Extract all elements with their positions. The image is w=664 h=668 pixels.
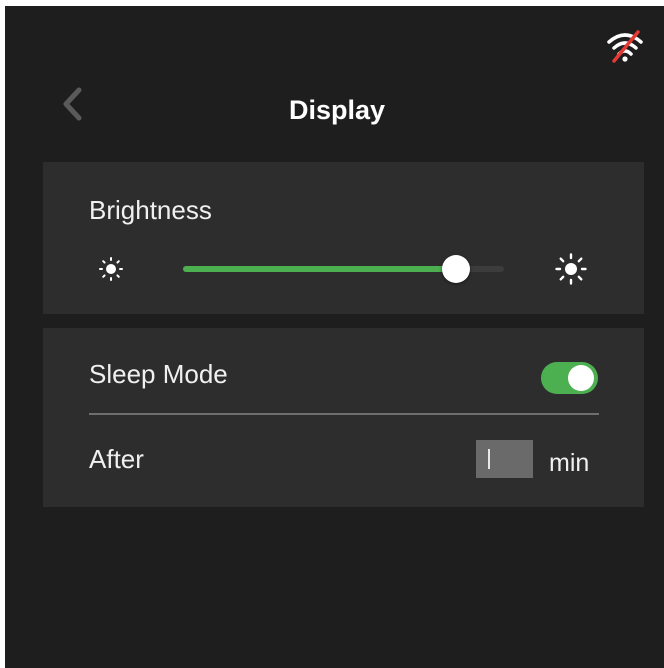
brightness-slider[interactable] [183, 255, 504, 283]
page-title: Display [288, 95, 386, 125]
sleep-mode-label: Sleep Mode [89, 359, 228, 389]
brightness-card: Brightness [43, 162, 644, 314]
minutes-unit-label: min [549, 449, 590, 477]
display-settings-screen: Display Brightness Sleep Mode After min [5, 6, 664, 668]
sleep-mode-card: Sleep Mode After min [43, 328, 644, 507]
sun-large-icon [555, 253, 587, 285]
sleep-mode-toggle-knob [568, 365, 594, 391]
brightness-slider-fill [183, 266, 456, 272]
wifi-off-icon [607, 30, 643, 63]
after-label: After [89, 444, 144, 474]
divider [89, 413, 599, 415]
sleep-after-input[interactable] [476, 440, 533, 478]
sun-small-icon [99, 257, 123, 281]
brightness-label: Brightness [89, 195, 212, 225]
brightness-slider-thumb[interactable] [441, 255, 470, 283]
sleep-mode-toggle[interactable] [541, 362, 598, 394]
